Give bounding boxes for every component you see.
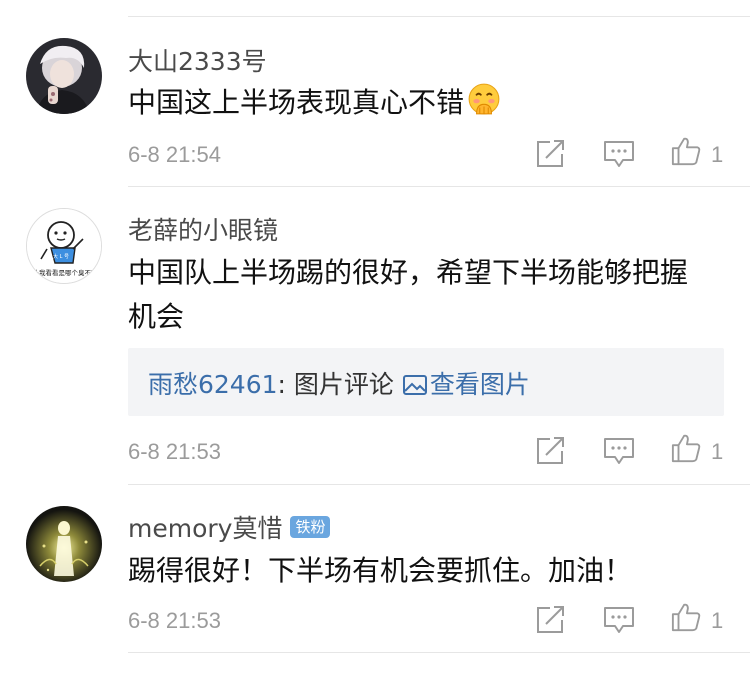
view-image-link[interactable]: 查看图片 bbox=[402, 370, 530, 399]
share-icon bbox=[537, 606, 564, 633]
comment-text: 中国队上半场踢的很好，希望下半场能够把握机会 bbox=[128, 256, 689, 333]
comment-button[interactable] bbox=[602, 139, 636, 169]
share-icon bbox=[537, 140, 564, 167]
comment-button[interactable] bbox=[602, 605, 636, 635]
like-count: 1 bbox=[711, 142, 724, 167]
share-button[interactable] bbox=[534, 139, 568, 169]
username[interactable]: memory莫惜 铁粉 bbox=[128, 509, 331, 545]
like-button[interactable] bbox=[669, 433, 703, 463]
quoted-reply[interactable]: 雨愁62461: 图片评论 查看图片 bbox=[128, 348, 724, 416]
view-image-label: 查看图片 bbox=[429, 370, 530, 399]
comment-icon bbox=[604, 607, 634, 633]
like-button[interactable] bbox=[669, 602, 703, 632]
comment-text: 踢得很好！下半场有机会要抓住。加油！ bbox=[128, 554, 633, 587]
comment-body: 中国这上半场表现真心不错 bbox=[128, 86, 465, 119]
like-count: 1 bbox=[711, 439, 724, 464]
like-count: 1 bbox=[711, 608, 724, 633]
comment-icon bbox=[604, 141, 634, 167]
quoted-reply-user[interactable]: 雨愁62461 bbox=[148, 370, 278, 399]
timestamp: 6-8 21:53 bbox=[128, 608, 221, 633]
quoted-reply-content: 雨愁62461: 图片评论 查看图片 bbox=[148, 365, 530, 401]
avatar[interactable] bbox=[26, 506, 102, 582]
emoji-icon bbox=[467, 82, 501, 129]
timestamp: 6-8 21:53 bbox=[128, 439, 221, 464]
avatar[interactable]: 大 L 号 让我看看是哪个臭不要 bbox=[26, 208, 102, 284]
divider-top bbox=[128, 16, 750, 17]
comment-icon bbox=[604, 438, 634, 464]
share-button[interactable] bbox=[534, 436, 568, 466]
thumbs-up-icon bbox=[671, 137, 701, 166]
comment-button[interactable] bbox=[602, 436, 636, 466]
quoted-reply-label: 图片评论 bbox=[293, 370, 394, 399]
divider bbox=[128, 484, 750, 485]
timestamp: 6-8 21:54 bbox=[128, 142, 221, 167]
divider bbox=[128, 186, 750, 187]
share-icon bbox=[537, 437, 564, 464]
svg-text:大 L 号: 大 L 号 bbox=[53, 253, 69, 260]
thumbs-up-icon bbox=[671, 603, 701, 632]
quoted-reply-separator: : bbox=[277, 370, 294, 399]
like-button[interactable] bbox=[669, 136, 703, 166]
username-text: memory莫惜 bbox=[128, 514, 283, 543]
comment-text: 中国这上半场表现真心不错 bbox=[128, 81, 718, 129]
divider bbox=[128, 652, 750, 653]
avatar[interactable] bbox=[26, 38, 102, 114]
fan-badge: 铁粉 bbox=[290, 516, 331, 538]
username[interactable]: 大山2333号 bbox=[128, 42, 267, 78]
avatar-caption: 让我看看是哪个臭不要 bbox=[33, 268, 99, 277]
image-icon bbox=[402, 375, 427, 395]
thumbs-up-icon bbox=[671, 434, 701, 463]
username[interactable]: 老薛的小眼镜 bbox=[128, 211, 278, 247]
share-button[interactable] bbox=[534, 605, 568, 635]
